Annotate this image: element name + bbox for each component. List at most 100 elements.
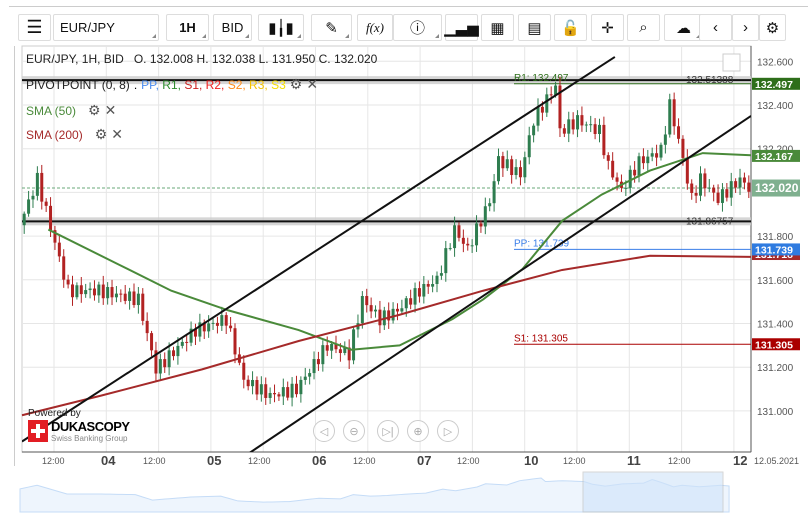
pivot-item-r1: R1, xyxy=(162,77,185,92)
candle-body xyxy=(431,284,435,287)
time-tick: 12:00 xyxy=(668,456,691,466)
candle-body xyxy=(624,187,628,189)
candle-body xyxy=(747,182,751,192)
candle-body xyxy=(123,293,127,301)
scroll-left-button[interactable]: ◁ xyxy=(313,420,335,442)
candle-body xyxy=(49,205,53,231)
zoom-out-button[interactable]: ⊖ xyxy=(343,420,365,442)
date-label: 12.05.2021 xyxy=(754,456,800,466)
candle-body xyxy=(659,144,663,158)
scroll-right-button[interactable]: ▷ xyxy=(437,420,459,442)
pp-tag-value: 131.739 xyxy=(755,244,793,256)
candle-body xyxy=(141,293,145,321)
candle-body xyxy=(461,237,465,244)
brand-sub: Swiss Banking Group xyxy=(51,434,128,443)
candle-body xyxy=(229,325,233,329)
candle-body xyxy=(580,115,584,126)
candle-body xyxy=(703,173,707,189)
candle-body xyxy=(224,315,228,326)
candle-body xyxy=(453,225,457,249)
candle-body xyxy=(374,309,378,312)
candle-body xyxy=(681,138,685,158)
candle-body xyxy=(290,383,294,398)
candle-body xyxy=(255,379,259,395)
candle-body xyxy=(470,245,474,247)
day-tick: 11 xyxy=(627,453,641,468)
candle-body xyxy=(742,177,746,183)
close-icon[interactable]: ✕ xyxy=(105,102,117,119)
candle-body xyxy=(514,167,518,176)
time-tick: 12:00 xyxy=(353,456,376,466)
gear-icon[interactable]: ⚙ xyxy=(95,126,108,143)
price-tick: 132.400 xyxy=(757,101,794,112)
candle-body xyxy=(501,156,505,169)
candle xyxy=(668,93,672,138)
gear-icon[interactable]: ⚙ xyxy=(290,76,303,93)
pivot-item-r3: R3, xyxy=(249,77,272,92)
powered-by: Powered by xyxy=(28,408,81,419)
candle-body xyxy=(119,293,123,295)
pivot-item-s3: S3 xyxy=(271,77,286,92)
candle-body xyxy=(369,305,373,312)
candle-body xyxy=(545,94,549,113)
pivot-item-s2: S2, xyxy=(227,77,250,92)
candle-body xyxy=(510,159,514,176)
time-tick: 12:00 xyxy=(248,456,271,466)
candle-body xyxy=(321,345,325,365)
day-tick: 10 xyxy=(524,453,539,468)
r1-label: R1: 132.497 xyxy=(514,73,569,84)
candle-body xyxy=(496,156,500,182)
candle-body xyxy=(150,333,154,351)
candle-body xyxy=(294,383,298,395)
candle-body xyxy=(593,124,597,134)
hline-bottom-label: 131.86757 xyxy=(686,216,734,227)
brand-name: DUKASCOPY xyxy=(51,419,130,434)
price-tick: 132.600 xyxy=(757,57,794,68)
price-tick: 131.800 xyxy=(757,232,794,243)
popout-icon xyxy=(722,53,741,72)
candle-body xyxy=(27,199,31,214)
candle-body xyxy=(277,394,281,397)
candle-body xyxy=(391,308,395,321)
candle-body xyxy=(672,99,676,127)
s1-label: S1: 131.305 xyxy=(514,333,568,344)
candle-body xyxy=(734,181,738,188)
candle-body xyxy=(233,328,237,355)
candle-body xyxy=(325,345,329,351)
candle-body xyxy=(308,373,312,377)
candle-body xyxy=(167,350,171,368)
scroll-end-button[interactable]: ▷| xyxy=(377,420,399,442)
time-tick: 12:00 xyxy=(143,456,166,466)
pivot-items: PP, R1, S1, R2, S2, R3, S3 xyxy=(141,78,286,92)
s1-tag-value: 131.305 xyxy=(755,339,793,351)
candle-body xyxy=(444,248,448,274)
hline-top-label: 132.51388 xyxy=(686,75,734,86)
candle-body xyxy=(40,172,44,202)
close-icon[interactable]: ✕ xyxy=(306,76,318,93)
candle-body xyxy=(409,298,413,305)
sma200-label: SMA (200) xyxy=(26,127,83,142)
current-tag-value: 132.020 xyxy=(755,181,799,195)
candle-body xyxy=(655,153,659,158)
candle-body xyxy=(439,273,443,276)
swiss-cross-icon xyxy=(28,420,48,442)
candle-body xyxy=(207,323,211,332)
candle-body xyxy=(360,296,364,324)
day-tick: 06 xyxy=(312,453,327,468)
price-tick: 131.400 xyxy=(757,320,794,331)
candle-body xyxy=(281,387,285,397)
candle-body xyxy=(725,189,729,198)
day-tick: 12 xyxy=(733,453,748,468)
candle-body xyxy=(273,393,277,395)
gear-icon[interactable]: ⚙ xyxy=(88,102,101,119)
navigator-selection[interactable] xyxy=(582,471,724,513)
dukascopy-logo: Powered by DUKASCOPY Swiss Banking Group xyxy=(28,408,130,443)
candle-body xyxy=(597,124,601,134)
left-border xyxy=(14,46,15,466)
candle-body xyxy=(483,206,487,227)
zoom-in-button[interactable]: ⊕ xyxy=(407,420,429,442)
candle-body xyxy=(211,322,215,324)
candle-body xyxy=(527,135,531,158)
close-icon[interactable]: ✕ xyxy=(111,126,123,143)
time-tick: 12:00 xyxy=(42,456,65,466)
